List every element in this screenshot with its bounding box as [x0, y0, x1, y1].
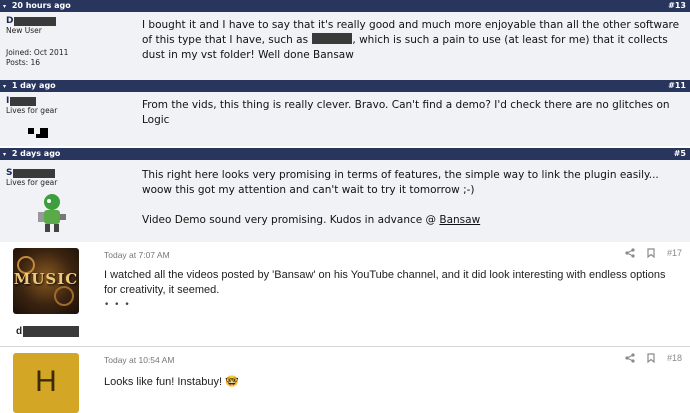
- redacted-username: [14, 16, 57, 26]
- user-title: Lives for gear: [6, 106, 58, 115]
- post-number[interactable]: #11: [668, 80, 686, 92]
- post-body: Looks like fun! Instabuy! 🤓: [104, 376, 239, 388]
- share-icon[interactable]: [625, 248, 635, 258]
- avatar-text: MUSIC: [13, 270, 79, 288]
- post-5: ▾ 2 days ago #5 S Lives for gear This ri…: [0, 148, 690, 242]
- more-indicator[interactable]: • • •: [104, 300, 131, 310]
- post-number[interactable]: #18: [667, 353, 682, 363]
- post-18: H Today at 10:54 AM #18 Looks like fun! …: [0, 347, 690, 413]
- post-text: Video Demo sound very promising. Kudos i…: [142, 214, 440, 226]
- redacted-username: [10, 96, 37, 106]
- username[interactable]: D: [6, 16, 130, 26]
- join-date: Joined: Oct 2011: [6, 48, 69, 57]
- user-title: New User: [6, 26, 42, 35]
- redacted-product: [312, 33, 353, 44]
- bookmark-icon[interactable]: [647, 248, 655, 258]
- collapse-arrow-icon: ▾: [3, 3, 7, 10]
- post-time[interactable]: Today at 10:54 AM: [104, 355, 174, 365]
- post-time: 2 days ago: [11, 149, 61, 158]
- post-number[interactable]: #13: [668, 0, 686, 12]
- post-11: ▾ 1 day ago #11 I Lives for gear From th…: [0, 80, 690, 146]
- user-info: S Lives for gear: [6, 168, 130, 236]
- mention-link[interactable]: Bansaw: [439, 214, 480, 226]
- user-info: I Lives for gear: [6, 96, 130, 142]
- username-initial: d: [16, 326, 23, 337]
- post-actions: #18: [625, 353, 682, 363]
- post-time[interactable]: Today at 7:07 AM: [104, 250, 170, 260]
- post-body: From the vids, this thing is really clev…: [142, 99, 670, 126]
- post-actions: #17: [625, 248, 682, 258]
- post-17: MUSIC d Today at 7:07 AM #17 I watched a…: [0, 242, 690, 346]
- username[interactable]: S: [6, 168, 130, 178]
- user-title: Lives for gear: [6, 178, 58, 187]
- post-paragraph-1: This right here looks very promising in …: [142, 169, 659, 196]
- bookmark-icon[interactable]: [647, 353, 655, 363]
- post-body: I bought it and I have to say that it's …: [142, 18, 684, 63]
- user-info: D New User Joined: Oct 2011 Posts: 16: [6, 16, 130, 68]
- post-time: 1 day ago: [11, 81, 56, 90]
- post-number[interactable]: #5: [674, 148, 686, 160]
- post-body: I watched all the videos posted by 'Bans…: [104, 269, 666, 296]
- avatar-letter: H: [35, 365, 57, 398]
- username[interactable]: I: [6, 96, 130, 106]
- username-initial: D: [6, 16, 14, 26]
- post-paragraph-2: Video Demo sound very promising. Kudos i…: [142, 213, 684, 228]
- username-initial: I: [6, 96, 10, 106]
- pixel-avatar: [6, 122, 130, 142]
- post-header: ▾ 20 hours ago #13: [0, 0, 690, 12]
- post-header: ▾ 1 day ago #11: [0, 80, 690, 92]
- character-avatar: [38, 194, 66, 232]
- username-initial: S: [6, 168, 13, 178]
- post-number[interactable]: #17: [667, 248, 682, 258]
- redacted-username: [23, 326, 80, 337]
- collapse-arrow-icon: ▾: [3, 83, 7, 90]
- music-avatar[interactable]: MUSIC: [13, 248, 79, 314]
- username[interactable]: d: [16, 326, 80, 337]
- post-count: Posts: 16: [6, 58, 41, 67]
- collapse-arrow-icon: ▾: [3, 151, 7, 158]
- post-body: This right here looks very promising in …: [142, 168, 684, 228]
- redacted-username: [13, 168, 56, 178]
- letter-avatar[interactable]: H: [13, 353, 79, 413]
- share-icon[interactable]: [625, 353, 635, 363]
- post-13: ▾ 20 hours ago #13 D New User Joined: Oc…: [0, 0, 690, 86]
- post-header: ▾ 2 days ago #5: [0, 148, 690, 160]
- post-time: 20 hours ago: [11, 1, 71, 10]
